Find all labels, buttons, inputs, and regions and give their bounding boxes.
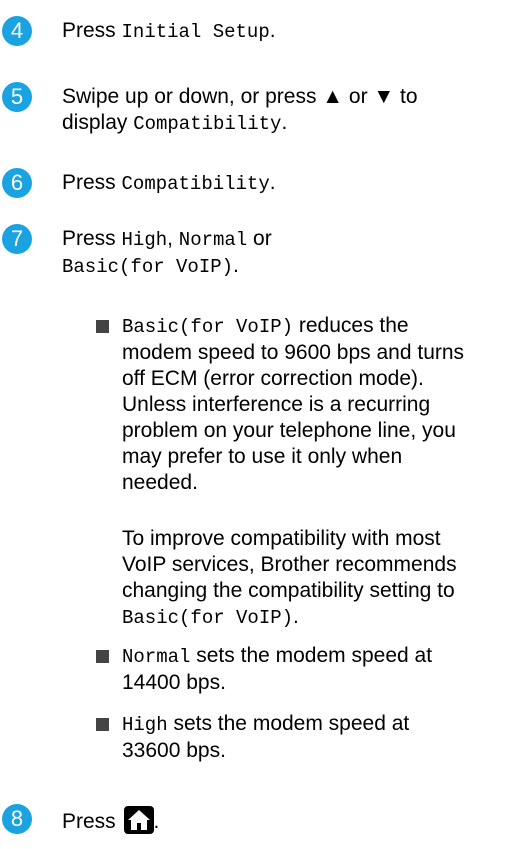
bullet-line: High sets the modem speed at xyxy=(122,711,527,738)
punctuation: . xyxy=(281,111,288,134)
punctuation: . xyxy=(269,19,276,42)
menu-option-code: Compatibility xyxy=(121,173,270,195)
home-icon xyxy=(123,806,154,834)
option-basic-code: Basic(for VoIP) xyxy=(62,256,234,278)
option-basic-code: Basic(for VoIP) xyxy=(122,316,294,338)
note-line: VoIP services, Brother recommends xyxy=(122,553,457,576)
step-text: Press High, Normal or Basic(for VoIP). xyxy=(62,226,522,280)
bullet-text: High sets the modem speed at 33600 bps. xyxy=(122,711,527,764)
bullet-line-text: sets the modem speed at xyxy=(190,644,433,667)
bullet-line: 33600 bps. xyxy=(122,739,226,762)
punctuation: . xyxy=(269,171,276,194)
step-number-badge: 6 xyxy=(2,168,32,198)
bullet-line: may prefer to use it only when xyxy=(122,445,403,468)
separator: , xyxy=(167,227,179,250)
step-number-badge: 7 xyxy=(2,224,32,254)
bullet-text: Normal sets the modem speed at 14400 bps… xyxy=(122,643,527,696)
step-text: Press Initial Setup. xyxy=(62,18,522,45)
option-high-code: High xyxy=(122,714,168,736)
bullet-line: off ECM (error correction mode). xyxy=(122,367,424,390)
bullet-line: problem on your telephone line, you xyxy=(122,419,456,442)
bullet-line: Normal sets the modem speed at xyxy=(122,643,527,670)
note-line: changing the compatibility setting to xyxy=(122,579,455,602)
separator: or xyxy=(247,227,272,250)
step-number-badge: 8 xyxy=(2,804,32,834)
bullet-line: Unless interference is a recurring xyxy=(122,393,431,416)
option-basic-code: Basic(for VoIP) xyxy=(122,607,294,629)
bullet-line: needed. xyxy=(122,471,198,494)
step-text-plain: Press xyxy=(62,19,122,42)
menu-option-code: Initial Setup xyxy=(121,21,270,43)
menu-option-code: Compatibility xyxy=(133,113,282,135)
bullet-square-icon xyxy=(96,650,109,663)
bullet-line: modem speed to 9600 bps and turns xyxy=(122,341,465,364)
step-text: Press Compatibility. xyxy=(62,170,522,197)
punctuation: . xyxy=(233,254,239,277)
punctuation: . xyxy=(153,810,160,833)
option-normal-code: Normal xyxy=(122,646,191,668)
step-text-plain: Press xyxy=(62,810,122,833)
bullet-note: To improve compatibility with most VoIP … xyxy=(122,526,527,631)
step-text-plain: Press xyxy=(62,171,122,194)
step-text-line: Basic(for VoIP). xyxy=(62,253,522,280)
note-line: To improve compatibility with most xyxy=(122,527,441,550)
bullet-square-icon xyxy=(96,718,109,731)
bullet-line: Basic(for VoIP) reduces the xyxy=(122,313,527,340)
note-line: Basic(for VoIP). xyxy=(122,604,527,631)
step-text-line: display Compatibility. xyxy=(62,110,522,137)
step-text: Swipe up or down, or press ▲ or ▼ to dis… xyxy=(62,84,522,137)
bullet-line-text: sets the modem speed at xyxy=(167,712,410,735)
step-text-line: Swipe up or down, or press ▲ or ▼ to xyxy=(62,85,418,108)
bullet-square-icon xyxy=(96,320,109,333)
bullet-line: 14400 bps. xyxy=(122,671,226,694)
step-number-badge: 4 xyxy=(2,16,32,46)
step-text: Press . xyxy=(62,806,522,835)
bullet-line-text: reduces the xyxy=(293,314,409,337)
option-normal-code: Normal xyxy=(178,229,248,251)
step-text-line: Press High, Normal or xyxy=(62,226,522,253)
bullet-text: Basic(for VoIP) reduces the modem speed … xyxy=(122,313,527,496)
step-text-plain: display xyxy=(62,111,134,134)
step-number-badge: 5 xyxy=(2,82,32,112)
punctuation: . xyxy=(293,605,299,628)
option-high-code: High xyxy=(121,229,168,251)
step-text-plain: Press xyxy=(62,227,122,250)
